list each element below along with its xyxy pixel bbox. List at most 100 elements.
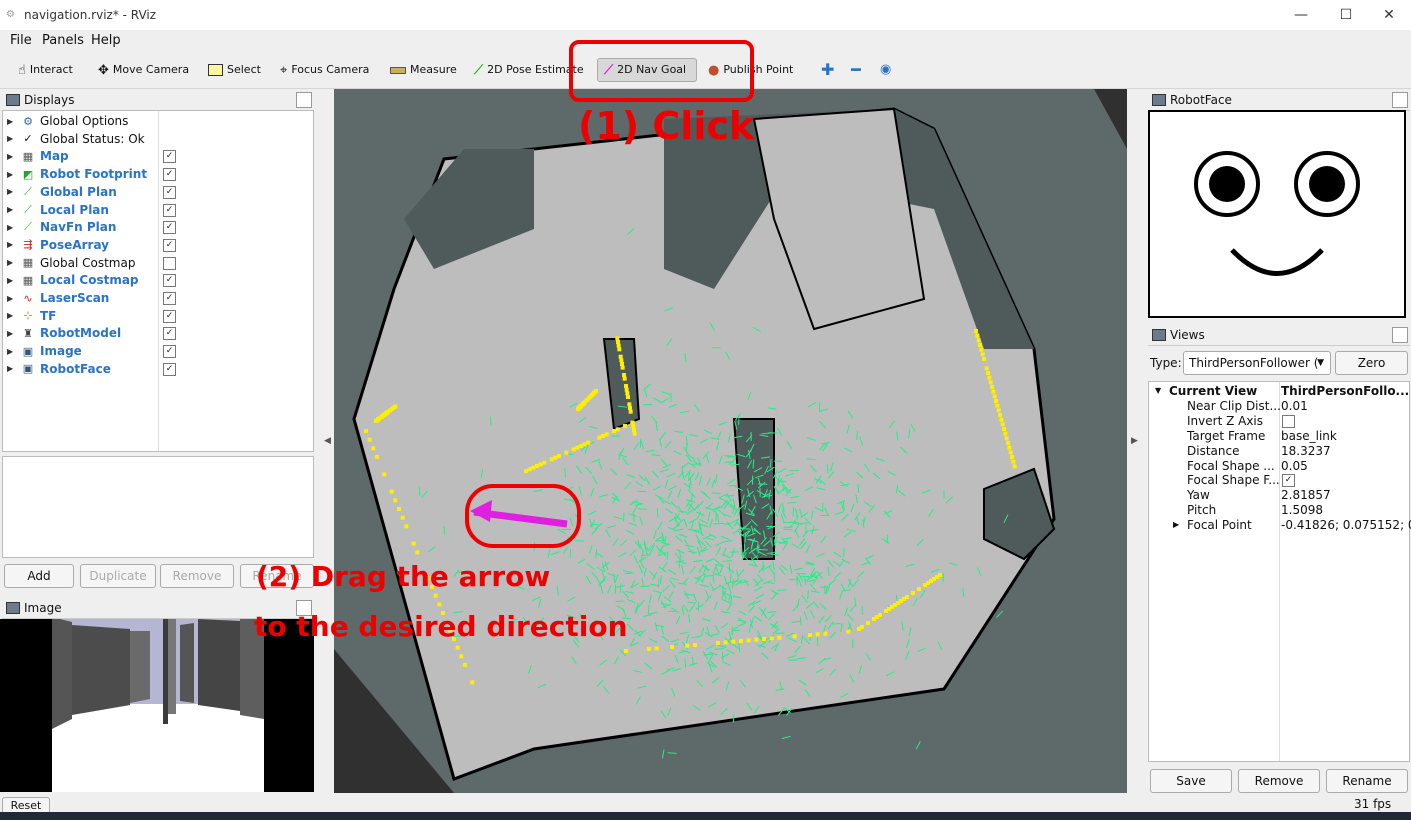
expand-arrow-icon[interactable]: ▶ [7,134,17,143]
display-enable-checkbox[interactable]: ✓ [163,362,176,376]
display-item[interactable]: ▶ ✓ Global Status: Ok [3,130,158,148]
view-property-row[interactable]: Near Clip Dist... 0.01 [1149,399,1409,414]
expand-arrow-icon[interactable]: ▶ [7,170,17,179]
select-tool[interactable]: Select [202,58,267,82]
expand-arrow-icon[interactable]: ▶ [7,329,17,338]
title-bar: ⚙ navigation.rviz* - RViz — ☐ ✕ [0,0,1411,30]
menu-file[interactable]: File [10,33,32,48]
view-property-row[interactable]: Pitch 1.5098 [1149,503,1409,518]
display-item[interactable]: ▶ ▣ RobotFace [3,360,158,378]
add-tool-button[interactable]: ✚ [815,58,840,82]
expand-arrow-icon[interactable]: ▶ [7,364,17,373]
display-item[interactable]: ▶ ▦ Global Costmap [3,254,158,272]
display-item[interactable]: ▶ ⇶ PoseArray [3,236,158,254]
menu-panels[interactable]: Panels [42,33,84,48]
expand-arrow-icon[interactable]: ▶ [7,240,17,249]
display-enable-checkbox[interactable]: ✓ [163,309,176,323]
remove-display-button[interactable]: Remove [160,564,234,588]
remove-tool-button[interactable]: ━ [845,58,867,82]
display-item[interactable]: ▶ ⟋ Global Plan [3,183,158,201]
expand-arrow-icon[interactable]: ▶ [7,223,17,232]
view-property-row[interactable]: Focal Shape ... 0.05 [1149,459,1409,474]
display-item[interactable]: ▶ ⟋ Local Plan [3,201,158,219]
minimize-button[interactable]: — [1286,4,1316,26]
display-enable-checkbox[interactable]: ✓ [163,238,176,252]
view-property-row[interactable]: Invert Z Axis [1149,414,1409,429]
move-camera-tool[interactable]: ✥ Move Camera [92,58,195,82]
expand-arrow-icon[interactable]: ▶ [7,152,17,161]
costmap-point [437,602,442,607]
display-item[interactable]: ▶ ⚙ Global Options [3,112,158,130]
display-item[interactable]: ▶ ▦ Local Costmap [3,271,158,289]
display-item[interactable]: ▶ ▣ Image [3,342,158,360]
robotface-close-icon[interactable] [1392,92,1408,108]
view-property-row[interactable]: Distance 18.3237 [1149,444,1409,459]
display-enable-checkbox[interactable]: ✓ [163,168,176,182]
view-tool-button[interactable]: ◉ [874,58,897,82]
expand-arrow-icon[interactable]: ▶ [7,258,17,267]
zero-button[interactable]: Zero [1335,351,1408,375]
expand-arrow-icon[interactable]: ▶ [7,311,17,320]
display-enable-checkbox[interactable]: ✓ [163,203,176,217]
view-property-value: 2.81857 [1281,488,1331,503]
taskbar [0,812,1411,820]
display-enable-checkbox[interactable]: ✓ [163,221,176,235]
views-close-icon[interactable] [1392,327,1408,343]
collapse-right-icon[interactable]: ▶ [1131,436,1138,446]
expand-arrow-icon[interactable]: ▶ [7,205,17,214]
display-item[interactable]: ▶ ∿ LaserScan [3,289,158,307]
expand-arrow-icon[interactable]: ▶ [7,294,17,303]
measure-label: Measure [410,63,457,76]
view-type-select[interactable]: ThirdPersonFollower (▼ [1183,351,1331,375]
view-property-checkbox[interactable]: ✓ [1282,474,1295,488]
path-icon: ⟋ [24,184,32,198]
display-enable-checkbox[interactable]: ✓ [163,292,176,305]
display-enable-checkbox[interactable]: ✓ [163,150,176,164]
costmap-point [975,333,980,338]
view-property-row[interactable]: Current View ThirdPersonFollo... ▼ [1149,384,1409,399]
view-property-row[interactable]: Target Frame base_link [1149,429,1409,444]
rviz-app-icon: ⚙ [6,9,15,20]
display-item[interactable]: ▶ ⊹ TF [3,307,158,325]
expand-arrow-icon[interactable]: ▶ [7,117,17,126]
interact-tool[interactable]: ☝ Interact [12,58,79,82]
costmap-point [557,454,561,458]
expand-arrow-icon[interactable]: ▼ [1155,386,1161,395]
display-enable-checkbox[interactable]: ✓ [163,345,176,359]
view-property-row[interactable]: Focal Shape F... ✓ [1149,473,1409,488]
focus-camera-tool[interactable]: ⌖ Focus Camera [274,58,375,82]
display-enable-checkbox[interactable]: ✓ [163,185,176,199]
map-scene[interactable] [334,89,1127,793]
image-icon: ▣ [22,362,34,376]
expand-arrow-icon[interactable]: ▶ [7,187,17,196]
display-enable-checkbox[interactable]: ✓ [163,274,176,288]
save-view-button[interactable]: Save [1150,769,1232,793]
duplicate-display-button[interactable]: Duplicate [80,564,156,588]
display-item[interactable]: ▶ ♜ RobotModel [3,324,158,342]
display-enable-checkbox[interactable] [163,256,176,270]
expand-arrow-icon[interactable]: ▶ [7,276,17,285]
displays-close-icon[interactable] [296,92,312,108]
costmap-point [1000,422,1005,427]
expand-arrow-icon[interactable]: ▶ [1173,520,1179,529]
costmap-point [571,447,576,452]
view-property-row[interactable]: Yaw 2.81857 [1149,488,1409,503]
measure-tool[interactable]: Measure [384,58,463,82]
close-button[interactable]: ✕ [1374,4,1404,26]
display-item[interactable]: ▶ ▦ Map [3,147,158,165]
view-property-row[interactable]: Focal Point -0.41826; 0.075152; 0 ▶ [1149,518,1411,533]
rename-view-button[interactable]: Rename [1326,769,1408,793]
costmap-point [620,365,625,370]
maximize-button[interactable]: ☐ [1331,4,1361,26]
collapse-left-icon[interactable]: ◀ [324,436,331,446]
remove-view-button[interactable]: Remove [1238,769,1320,793]
render-viewport[interactable] [334,89,1127,793]
view-property-checkbox[interactable] [1282,414,1295,428]
add-display-button[interactable]: Add [4,564,74,588]
expand-arrow-icon[interactable]: ▶ [7,347,17,356]
display-item[interactable]: ▶ ⟋ NavFn Plan [3,218,158,236]
menu-help[interactable]: Help [91,33,121,48]
view-property-value: 1.5098 [1281,503,1323,518]
display-item[interactable]: ▶ ◩ Robot Footprint [3,165,158,183]
display-enable-checkbox[interactable]: ✓ [163,327,176,341]
